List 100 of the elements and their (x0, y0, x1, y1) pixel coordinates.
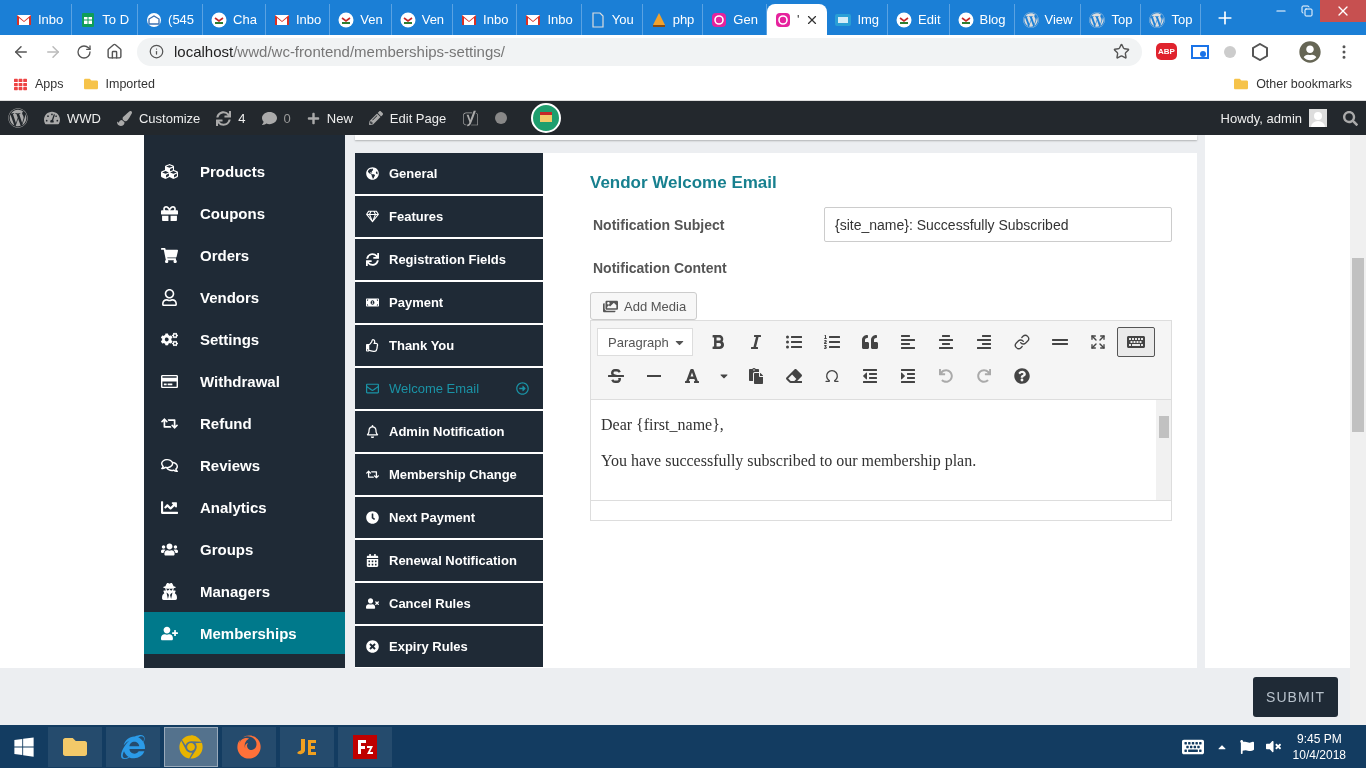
field-label: Notification Content (592, 260, 728, 276)
other-bookmarks[interactable]: Other bookmarks (1234, 77, 1352, 91)
site-link[interactable]: WWD (44, 110, 101, 126)
sidebar-item[interactable]: Coupons (144, 192, 345, 234)
reload-icon[interactable] (76, 43, 92, 60)
numbered-list-icon (824, 334, 840, 350)
sidebar-item[interactable]: Vendors (144, 276, 345, 318)
firefox-icon (237, 734, 261, 759)
submit-button[interactable]: SUBMIT (1253, 676, 1338, 717)
bookmark-star-icon[interactable] (1113, 43, 1130, 60)
bell-icon (365, 425, 379, 438)
settings-tab[interactable]: Admin Notification (355, 411, 543, 453)
circle-logo-icon (896, 11, 913, 28)
filezilla-icon (353, 734, 377, 759)
card-icon (160, 372, 178, 390)
clock[interactable]: 9:45 PM 10/4/2018 (1292, 730, 1346, 763)
editor-paragraph: Dear {first_name}, (601, 416, 725, 434)
taskbar-button[interactable] (48, 726, 102, 767)
swap-arrows-icon (365, 468, 379, 481)
sidebar-item[interactable]: Refund (144, 402, 345, 444)
format-select[interactable]: Paragraph (597, 328, 693, 356)
taskbar-button[interactable] (164, 726, 218, 767)
scrollbar[interactable] (1350, 135, 1366, 725)
hexagon-extension-icon[interactable] (1250, 42, 1269, 61)
updates-link[interactable]: 4 (216, 110, 246, 126)
eraser-icon (786, 368, 802, 384)
sidebar-item[interactable]: Analytics (144, 486, 345, 528)
adblock-extension[interactable]: ABP (1156, 43, 1177, 60)
taskbar-button[interactable] (338, 726, 392, 767)
envelope-icon (365, 382, 379, 395)
user-remove-icon (365, 597, 379, 610)
settings-tab[interactable]: Membership Change (355, 454, 543, 496)
diamond-icon (365, 210, 379, 223)
sidebar-item[interactable]: Groups (144, 528, 345, 570)
sidebar-item[interactable]: Withdrawal (144, 360, 345, 402)
user-plus-icon (160, 624, 178, 642)
sidebar-item[interactable]: Products (144, 150, 345, 192)
sync-icon (216, 110, 232, 126)
address-bar[interactable]: localhost/wwd/wc-frontend/memberships-settings/ (137, 37, 1142, 66)
avatar-icon (1309, 109, 1327, 127)
sync-icon (365, 253, 379, 266)
settings-tab[interactable]: Renewal Notification (355, 540, 543, 582)
wordpress-icon (1149, 11, 1166, 28)
gears-icon (160, 330, 178, 348)
screenshot-extension-icon[interactable] (1190, 43, 1209, 60)
help-icon (1014, 368, 1030, 384)
section-title: Vendor Welcome Email (590, 173, 778, 193)
sidebar-item[interactable]: Memberships (144, 612, 345, 654)
strikethrough-icon (608, 368, 624, 384)
calendar-icon (365, 554, 379, 567)
home-icon[interactable] (106, 43, 123, 60)
bookmark[interactable]: Apps (14, 77, 64, 91)
field-label: Notification Subject (592, 216, 725, 233)
subject-field[interactable]: {site_name}: Successfully Subscribed (824, 207, 1172, 242)
customize-link[interactable]: Customize (116, 110, 201, 126)
image-host-icon (835, 11, 852, 28)
comments-link[interactable]: 0 (261, 110, 291, 126)
sidebar-item[interactable]: Managers (144, 570, 345, 612)
undo-icon (939, 369, 953, 383)
settings-tab[interactable]: Expiry Rules (355, 626, 543, 668)
flag-icon[interactable] (1239, 739, 1254, 754)
cart-icon (160, 246, 178, 264)
settings-tab[interactable]: Thank You (355, 325, 543, 367)
status-dot-icon (495, 112, 508, 124)
cubes-icon (160, 162, 178, 180)
volume-muted-icon[interactable] (1265, 739, 1281, 754)
search-icon[interactable] (1343, 110, 1358, 126)
settings-tab[interactable]: Features (355, 196, 543, 238)
settings-tab[interactable]: Registration Fields (355, 239, 543, 281)
profile-avatar[interactable] (1298, 40, 1321, 63)
settings-tab[interactable]: General (355, 153, 543, 195)
indent-icon (900, 368, 916, 384)
text-color-icon (684, 368, 700, 384)
rich-text-editor[interactable]: Paragraph Dear {first_name}, You have successfully subscribed to our membership plan. (590, 320, 1172, 521)
folder-icon (1234, 77, 1249, 91)
edit-page-link[interactable]: Edit Page (368, 110, 447, 126)
toolbar-toggle-button[interactable] (1117, 327, 1155, 357)
settings-tab[interactable]: Next Payment (355, 497, 543, 539)
settings-tab[interactable]: Cancel Rules (355, 583, 543, 625)
sidebar-item[interactable]: Settings (144, 318, 345, 360)
align-left-icon (900, 334, 916, 350)
add-media-button[interactable]: Add Media (590, 292, 698, 320)
new-link[interactable]: New (306, 110, 353, 126)
align-right-icon (976, 334, 992, 350)
circle-logo-icon (211, 11, 228, 28)
settings-tab[interactable]: Welcome Email (355, 368, 543, 410)
store-avatar-icon[interactable] (531, 103, 562, 133)
taskbar-button[interactable] (280, 726, 334, 767)
wordpress-icon[interactable] (8, 108, 28, 128)
bold-icon (710, 334, 726, 350)
browser-tab[interactable]: ' (766, 4, 828, 35)
account-menu[interactable]: Howdy, admin (1220, 109, 1327, 127)
wordpress-icon (1089, 11, 1106, 28)
settings-tab[interactable]: Payment (355, 282, 543, 324)
bookmark[interactable]: Imported (83, 77, 155, 91)
sidebar-item[interactable]: Orders (144, 234, 345, 276)
sidebar-item[interactable]: Reviews (144, 444, 345, 486)
outdent-icon (862, 368, 878, 384)
link-icon (1014, 334, 1030, 350)
yoast-icon[interactable] (462, 109, 480, 127)
